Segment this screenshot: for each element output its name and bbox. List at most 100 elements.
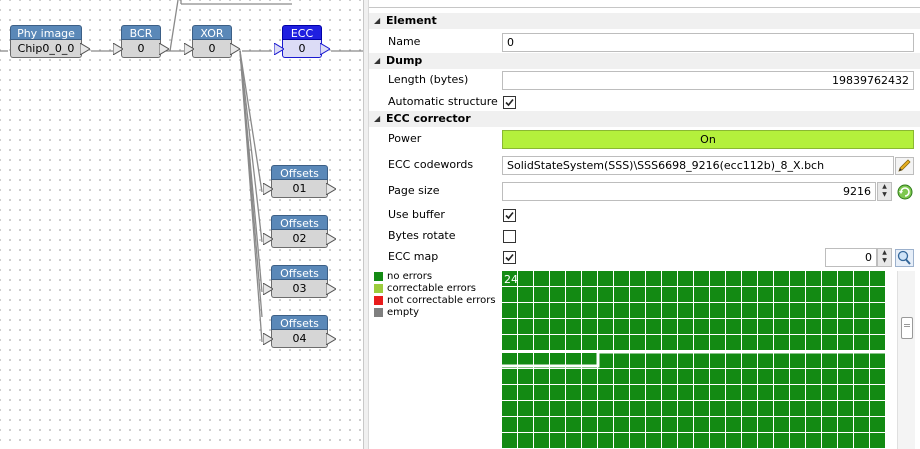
ecc-map-cell[interactable] [742,335,757,350]
output-port-icon[interactable] [326,283,336,295]
ecc-map-cell[interactable] [710,369,725,384]
category-element[interactable]: ◢ Element [369,13,920,29]
node-offsets-04[interactable]: Offsets 04 [263,315,336,349]
ecc-map-cell[interactable] [870,385,885,400]
edit-icon[interactable] [895,157,914,175]
input-port-icon[interactable] [113,43,123,55]
ecc-map-cell[interactable] [806,303,821,318]
node-bcr[interactable]: BCR 0 [113,25,169,59]
output-port-icon[interactable] [326,333,336,345]
output-port-icon[interactable] [326,183,336,195]
ecc-map-cell[interactable] [582,401,597,416]
ecc-map-cell[interactable] [758,287,773,302]
ecc-map-cell[interactable] [598,335,613,350]
ecc-map-cell[interactable] [806,369,821,384]
ecc-map-cell[interactable] [678,319,693,334]
ecc-map-cell[interactable] [534,417,549,432]
ecc-map-checkbox[interactable] [503,251,516,264]
ecc-map-cell[interactable] [662,319,677,334]
ecc-map-cell[interactable] [646,385,661,400]
ecc-map-cell[interactable] [710,385,725,400]
ecc-map-cell[interactable] [678,417,693,432]
ecc-map-cell[interactable] [598,287,613,302]
ecc-map-cell[interactable] [710,335,725,350]
ecc-map-cell[interactable] [822,287,837,302]
ecc-map-cell[interactable] [870,335,885,350]
input-port-icon[interactable] [263,233,273,245]
ecc-map-cell[interactable] [614,335,629,350]
ecc-map-cell[interactable] [790,401,805,416]
ecc-map-cell[interactable] [790,353,805,368]
ecc-map-cell[interactable] [806,433,821,448]
ecc-map-cell[interactable] [534,303,549,318]
ecc-map-cell[interactable] [838,385,853,400]
ecc-map-cell[interactable] [742,271,757,286]
zoom-icon[interactable] [895,249,914,267]
input-port-icon[interactable] [263,333,273,345]
ecc-map-cell[interactable] [582,369,597,384]
ecc-map-cell[interactable] [774,303,789,318]
node-phy-image[interactable]: Phy image Chip0_0_0 [10,25,90,59]
ecc-map-cell[interactable] [662,369,677,384]
ecc-map-cell[interactable] [502,369,517,384]
ecc-map-cell[interactable] [518,303,533,318]
input-port-icon[interactable] [263,283,273,295]
ecc-map-cell[interactable] [790,319,805,334]
ecc-map-cell[interactable] [662,303,677,318]
ecc-map-cell[interactable] [742,401,757,416]
ecc-map-cell[interactable] [518,433,533,448]
ecc-map-cell[interactable] [550,433,565,448]
ecc-map-cell[interactable] [582,433,597,448]
ecc-map-cell[interactable] [694,433,709,448]
ecc-map-cell[interactable] [838,433,853,448]
ecc-map-cell[interactable] [518,271,533,286]
ecc-map-cell[interactable] [534,401,549,416]
ecc-map-cell[interactable] [598,319,613,334]
ecc-map-cell[interactable] [566,319,581,334]
ecc-map-cell[interactable] [598,271,613,286]
ecc-map-grid[interactable]: 24 [502,271,888,449]
ecc-map-cell[interactable] [582,303,597,318]
ecc-map-cell[interactable] [822,401,837,416]
ecc-map-cell[interactable] [550,369,565,384]
ecc-map-cell[interactable] [662,417,677,432]
ecc-map-cell[interactable] [566,385,581,400]
ecc-map-cell[interactable] [582,385,597,400]
ecc-map-cell[interactable] [694,385,709,400]
ecc-map-cell[interactable] [646,433,661,448]
ecc-map-value-field[interactable]: 0 [825,248,877,267]
ecc-map-cell[interactable] [710,287,725,302]
ecc-map-cell[interactable] [822,303,837,318]
ecc-map-cell[interactable] [742,385,757,400]
category-dump[interactable]: ◢ Dump [369,53,920,69]
ecc-map-cell[interactable] [822,433,837,448]
ecc-map-cell[interactable] [822,353,837,368]
ecc-map-cell[interactable] [630,369,645,384]
ecc-map-cell[interactable] [854,433,869,448]
ecc-map-cell[interactable] [838,271,853,286]
ecc-map-cell[interactable] [518,335,533,350]
ecc-map-cell[interactable] [646,303,661,318]
spin-up-icon[interactable]: ▲ [878,183,891,191]
ecc-map-cell[interactable] [646,401,661,416]
scrollbar[interactable] [897,271,915,449]
ecc-map-cell[interactable] [550,401,565,416]
ecc-map-cell[interactable] [726,319,741,334]
ecc-map-cell[interactable] [758,401,773,416]
ecc-map-cell[interactable] [614,385,629,400]
ecc-map-cell[interactable] [678,271,693,286]
ecc-map-cell[interactable] [630,401,645,416]
ecc-map-cell[interactable] [678,433,693,448]
automatic-structure-checkbox[interactable] [503,96,516,109]
ecc-map-cell[interactable] [534,271,549,286]
ecc-map-cell[interactable] [870,401,885,416]
refresh-icon[interactable] [896,183,914,201]
ecc-map-cell[interactable] [710,417,725,432]
ecc-map-cell[interactable] [742,287,757,302]
ecc-map-cell[interactable] [582,271,597,286]
ecc-map-cell[interactable] [566,417,581,432]
ecc-map-cell[interactable] [742,369,757,384]
ecc-map-cell[interactable] [614,287,629,302]
input-port-icon[interactable] [263,183,273,195]
ecc-map-cell[interactable] [630,287,645,302]
